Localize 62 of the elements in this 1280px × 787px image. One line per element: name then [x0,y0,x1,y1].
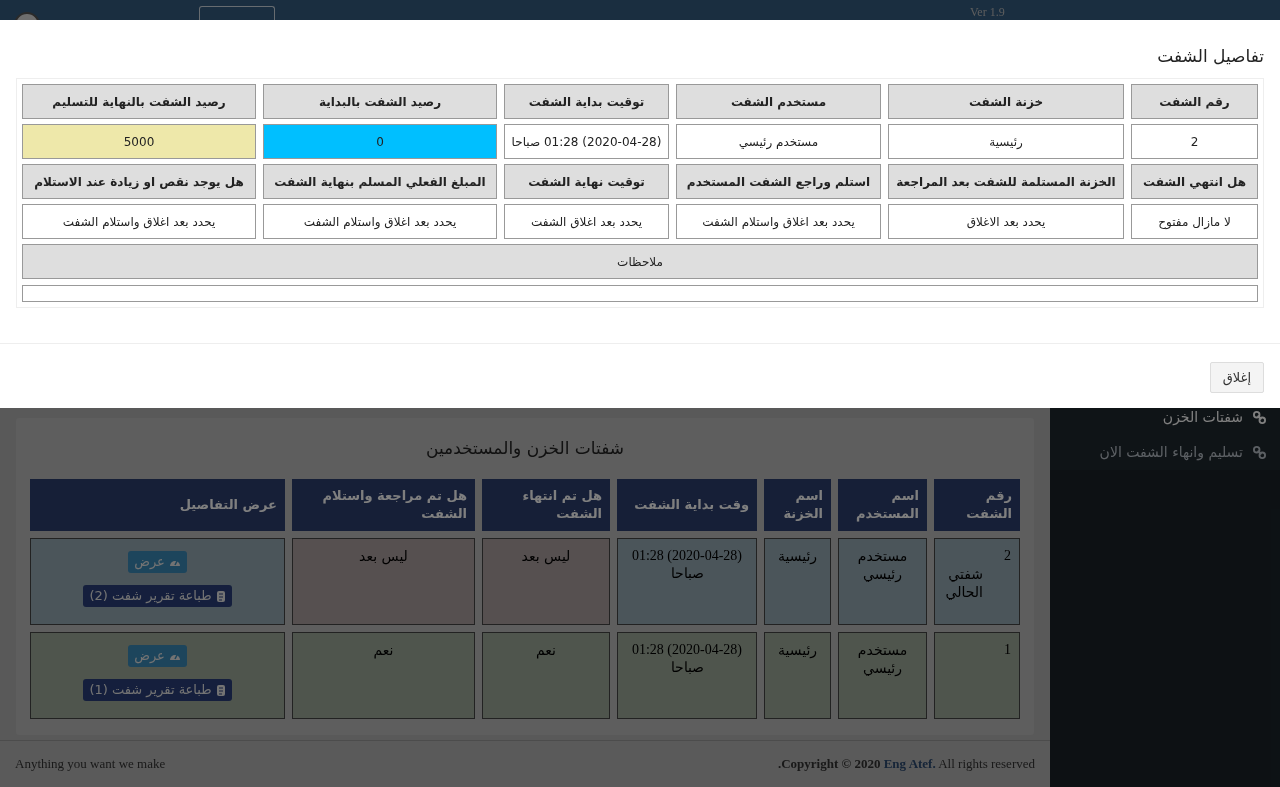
view-button[interactable]: عرض [128,645,187,667]
field-value: رئيسية [888,124,1124,159]
table-cell: ليس بعد [482,538,610,625]
field-label: استلم وراجع الشفت المستخدم [676,164,881,199]
link-icon [1253,411,1266,424]
close-button[interactable]: إغلاق [1209,362,1264,393]
table-cell: نعم [482,632,610,719]
modal-title: تفاصيل الشفت [1157,46,1264,66]
field-value: يحدد بعد اغلاق واستلام الشفت [263,204,497,239]
column-header: اسم المستخدم [838,479,927,531]
card-title: شفتات الخزن والمستخدمين [426,436,624,460]
table-cell: (2020-04-28) 01:28 صباحا [617,538,757,625]
shift-number: 2 [1003,547,1011,565]
field-value: مستخدم رئيسي [676,124,881,159]
column-header: رقم الشفت [934,479,1020,531]
document-icon [215,589,226,603]
field-value: 5000 [22,124,256,159]
table-cell: نعم [292,632,475,719]
field-value: يحدد بعد اغلاق واستلام الشفت [676,204,881,239]
field-value: يحدد بعد اغلاق الشفت [504,204,669,239]
print-report-button[interactable]: طباعة تقرير شفت (1) [83,679,232,701]
notes-header: ملاحظات [22,244,1258,279]
field-value: يحدد بعد الاغلاق [888,204,1124,239]
field-label: هل انتهي الشفت [1131,164,1258,199]
table-cell: رئيسية [764,632,831,719]
copyright-text: .Copyright © 2020 Eng Atef. All rights reserved [777,755,1035,774]
table-cell: رئيسية [764,538,831,625]
field-label: مستخدم الشفت [676,84,881,119]
field-value: (2020-04-28) 01:28 صباحا [504,124,669,159]
table-cell: مستخدم رئيسي [838,538,927,625]
document-icon [215,683,226,697]
field-label: المبلغ الفعلي المسلم بنهاية الشفت [263,164,497,199]
column-header: اسم الخزنة [764,479,831,531]
column-header: وقت بداية الشفت [617,479,757,531]
sidebar-item[interactable]: تسليم وانهاء الشفت الان [1050,435,1280,470]
field-label: الخزنة المستلمة للشفت بعد المراجعة [888,164,1124,199]
field-label: رقم الشفت [1131,84,1258,119]
field-value: لا مازال مفتوح [1131,204,1258,239]
field-value: 0 [263,124,497,159]
version-label: Ver 1.9 [970,4,1005,21]
field-value: يحدد بعد اغلاق واستلام الشفت [22,204,256,239]
field-label: هل يوجد نقص او زيادة عند الاستلام [22,164,256,199]
field-label: توقيت بداية الشفت [504,84,669,119]
column-header: عرض التفاصيل [30,479,285,531]
shift-number: 1 [1003,641,1011,659]
current-shift-label: شفتي الحالي [944,565,983,601]
column-header: هل تم مراجعة واستلام الشفت [292,479,475,531]
table-cell: مستخدم رئيسي [838,632,927,719]
field-label: خزنة الشفت [888,84,1124,119]
field-label: توقيت نهاية الشفت [504,164,669,199]
author-link[interactable]: Eng Atef. [883,756,936,772]
table-cell: ليس بعد [292,538,475,625]
field-label: رصيد الشفت بالنهاية للتسليم [22,84,256,119]
sidebar-item[interactable]: شفتات الخزن [1050,400,1280,435]
view-button[interactable]: عرض [128,551,187,573]
field-label: رصيد الشفت بالبداية [263,84,497,119]
column-header: هل تم انتهاء الشفت [482,479,610,531]
link-icon [1253,446,1266,459]
field-value: 2 [1131,124,1258,159]
footer-text: Anything you want we make [15,755,166,774]
print-report-button[interactable]: طباعة تقرير شفت (2) [83,585,232,607]
table-cell: (2020-04-28) 01:28 صباحا [617,632,757,719]
